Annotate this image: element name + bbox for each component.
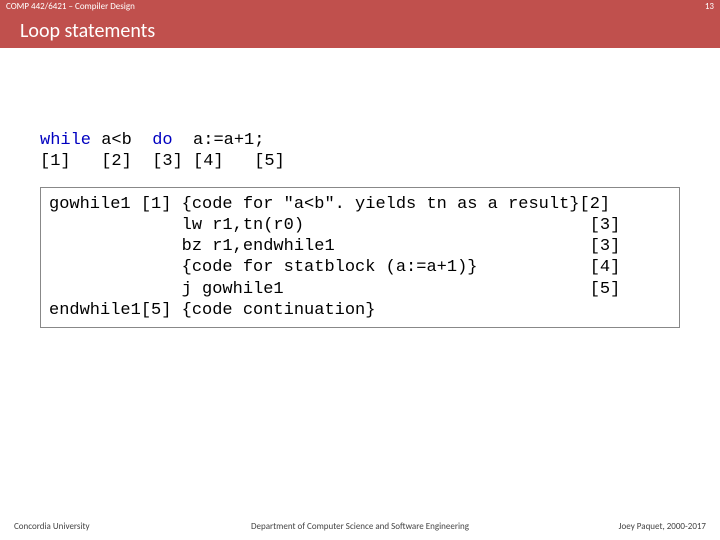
code-line: j gowhile1 [5] (49, 280, 620, 299)
kw-while: while (40, 131, 91, 150)
slide-content: while a<b do a:=a+1; [1] [2] [3] [4] [5]… (40, 130, 680, 328)
kw-do: do (152, 131, 172, 150)
header-bar: COMP 442/6421 – Compiler Design 13 (0, 0, 720, 14)
syntax-cond: a<b (91, 131, 152, 150)
syntax-block: while a<b do a:=a+1; [1] [2] [3] [4] [5] (40, 130, 680, 173)
code-line: {code for statblock (a:=a+1)} [4] (49, 258, 620, 277)
course-code: COMP 442/6421 – Compiler Design (6, 0, 135, 14)
footer-center: Department of Computer Science and Softw… (0, 521, 720, 532)
footer: Concordia University Department of Compu… (0, 521, 720, 532)
syntax-markers: [1] [2] [3] [4] [5] (40, 152, 285, 171)
code-line: gowhile1 [1] {code for "a<b". yields tn … (49, 195, 610, 214)
title-bar: Loop statements (0, 14, 720, 48)
code-box: gowhile1 [1] {code for "a<b". yields tn … (40, 187, 680, 329)
slide-title: Loop statements (14, 19, 155, 43)
syntax-body: a:=a+1; (173, 131, 265, 150)
code-line: lw r1,tn(r0) [3] (49, 216, 620, 235)
code-line: bz r1,endwhile1 [3] (49, 237, 620, 256)
code-line: endwhile1[5] {code continuation} (49, 301, 375, 320)
page-number: 13 (705, 0, 714, 14)
